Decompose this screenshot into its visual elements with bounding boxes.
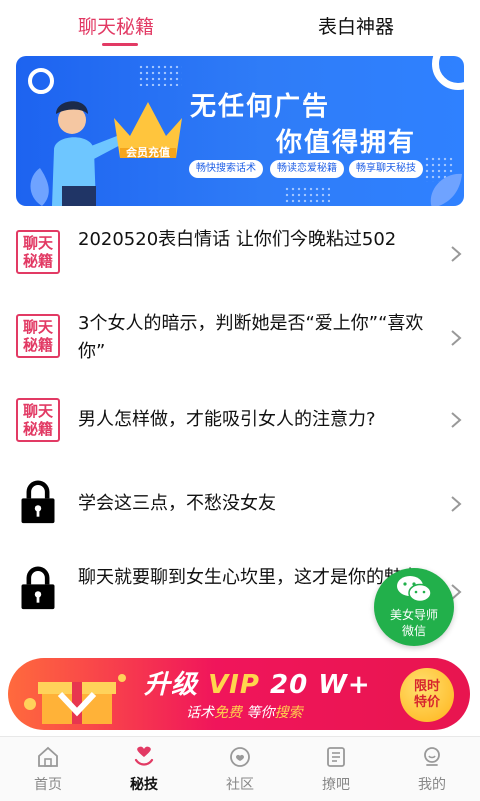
wechat-label-1: 美女导师 [389, 608, 438, 622]
wechat-label-2: 微信 [401, 624, 426, 638]
chevron-right-icon [451, 246, 462, 262]
banner-headline-1: 无任何广告 [190, 92, 331, 122]
home-icon [38, 746, 58, 767]
badge-text: 聊天 秘籍 [22, 402, 53, 438]
bottom-nav: 首页 秘技 社区 撩吧 我的 [0, 736, 480, 801]
top-tab-bar: 聊天秘籍 表白神器 [0, 0, 480, 50]
vip-sub-c: 等你 [242, 705, 275, 721]
nav-label: 首页 [34, 777, 62, 793]
profile-icon [424, 747, 440, 766]
nav-profile[interactable]: 我的 [384, 737, 480, 801]
feature-pill: 畅享聊天秘技 [349, 160, 423, 178]
wechat-icon [397, 576, 432, 603]
heart-icon [134, 746, 154, 766]
nav-community[interactable]: 社区 [192, 737, 288, 801]
vip-sub-a: 话术 [186, 705, 214, 721]
chat-secrets-badge-icon: 聊天 秘籍 [16, 314, 60, 358]
promo-banner[interactable]: 会员充值 无任何广告 你值得拥有 畅快搜索话术 畅读恋爱秘籍 畅享聊天秘技 [16, 56, 464, 206]
list-item[interactable]: 聊天 秘籍 2020520表白情话 让你们今晚粘过502 [0, 222, 480, 284]
article-title: 3个女人的暗示，判断她是否“爱上你”“喜欢你” [78, 313, 424, 362]
feature-pill: 畅快搜索话术 [189, 160, 263, 178]
chevron-right-icon [451, 330, 462, 346]
vip-upgrade-banner[interactable]: 升级 VIP 20 W+ 话术免费 等你搜索 限时 特价 [8, 658, 470, 730]
nav-secrets[interactable]: 秘技 [96, 737, 192, 801]
gift-box-icon [24, 674, 126, 724]
nav-label: 我的 [418, 777, 446, 793]
article-title: 学会这三点，不愁没女友 [78, 493, 276, 514]
tab-chat-secrets[interactable]: 聊天秘籍 [78, 12, 154, 39]
chat-secrets-badge-icon: 聊天 秘籍 [16, 230, 60, 274]
wechat-mentor-button[interactable]: 美女导师 微信 [374, 568, 454, 646]
badge-text: 聊天 秘籍 [22, 318, 53, 354]
feature-pill: 畅读恋爱秘籍 [270, 160, 344, 178]
limited-offer-badge: 限时 特价 [400, 668, 454, 722]
list-item[interactable]: 聊天 秘籍 3个女人的暗示，判断她是否“爱上你”“喜欢你” [0, 306, 480, 368]
recharge-label: 会员充值 [126, 146, 170, 159]
tab-confession-tool[interactable]: 表白神器 [318, 12, 394, 39]
lock-icon [21, 480, 55, 524]
vip-sub-d: 搜索 [274, 705, 303, 721]
nav-label: 秘技 [130, 777, 158, 793]
arc-decoration [432, 56, 464, 90]
active-tab-indicator [102, 43, 138, 46]
chevron-right-icon [451, 496, 462, 512]
badge-line-2: 特价 [413, 695, 440, 710]
vip-sub-b: 免费 [214, 705, 242, 721]
nav-home[interactable]: 首页 [0, 737, 96, 801]
chat-secrets-badge-icon: 聊天 秘籍 [16, 398, 60, 442]
nav-flirt[interactable]: 撩吧 [288, 737, 384, 801]
list-icon [327, 747, 345, 767]
community-icon [230, 747, 250, 767]
dot-pattern [138, 64, 182, 86]
article-title: 2020520表白情话 让你们今晚粘过502 [78, 229, 397, 250]
vip-title-suffix: 20 W+ [259, 670, 371, 700]
nav-label: 社区 [226, 777, 254, 793]
badge-line-1: 限时 [413, 679, 440, 694]
leaf-decoration [430, 173, 462, 206]
badge-text: 聊天 秘籍 [22, 234, 53, 270]
nav-label: 撩吧 [322, 777, 350, 793]
vip-title-vip: VIP [208, 670, 260, 700]
vip-title-prefix: 升级 [144, 670, 209, 700]
dot-pattern [284, 186, 330, 204]
list-item[interactable]: 聊天 秘籍 男人怎样做，才能吸引女人的注意力? [0, 394, 480, 446]
banner-headline-2: 你值得拥有 [276, 128, 417, 158]
vip-title: 升级 VIP 20 W+ [144, 664, 371, 701]
lock-icon [21, 566, 55, 610]
vip-subtitle: 话术免费 等你搜索 [186, 702, 302, 722]
list-item-locked[interactable]: 学会这三点，不愁没女友 [0, 478, 480, 530]
article-title: 男人怎样做，才能吸引女人的注意力? [78, 409, 376, 430]
chevron-right-icon [451, 412, 462, 428]
